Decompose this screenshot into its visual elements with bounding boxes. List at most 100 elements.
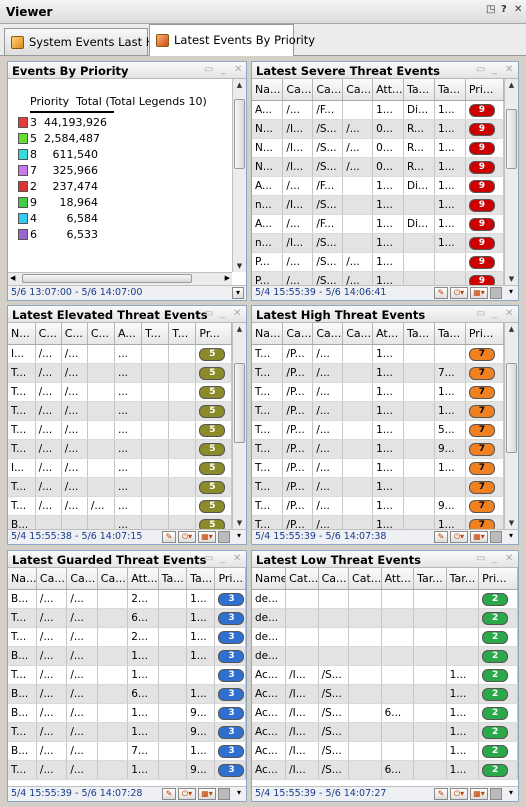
- table-row[interactable]: B.../.../... 6... 1... 3: [8, 684, 246, 704]
- column-header[interactable]: Ca...: [312, 323, 344, 345]
- panel-options-button[interactable]: [218, 788, 230, 800]
- column-header[interactable]: Na...: [8, 568, 37, 590]
- column-header[interactable]: Na...: [252, 323, 284, 345]
- table-row[interactable]: Ac.../I.../S... 6... 1... 2: [252, 760, 518, 780]
- scroll-down-arrow[interactable]: ▼: [233, 260, 246, 272]
- panel-menu-button[interactable]: ▾: [232, 287, 244, 299]
- close-icon[interactable]: ✕: [233, 553, 241, 564]
- column-header[interactable]: Na...: [252, 79, 284, 101]
- scroll-thumb[interactable]: [506, 109, 517, 169]
- table-row[interactable]: T.../.../... 1... 3: [8, 665, 246, 685]
- scroll-up-arrow[interactable]: ▲: [505, 79, 518, 91]
- column-header[interactable]: Ca...: [66, 568, 98, 590]
- column-header[interactable]: Ca...: [97, 568, 129, 590]
- table-row[interactable]: N.../I.../S.../... 0... R... 1... 9: [252, 138, 504, 158]
- minimize-icon[interactable]: _: [220, 553, 225, 564]
- column-header[interactable]: C...: [61, 323, 88, 345]
- scroll-up-arrow[interactable]: ▲: [233, 323, 246, 335]
- column-header[interactable]: N...: [8, 323, 36, 345]
- table-row[interactable]: Ac.../I.../S... 6... 1... 2: [252, 703, 518, 723]
- maximize-icon[interactable]: ▭: [204, 64, 213, 75]
- refresh-timer-icon[interactable]: ⏻▾: [178, 788, 196, 800]
- column-header[interactable]: Ca...: [36, 568, 68, 590]
- edit-icon[interactable]: ✎: [434, 287, 448, 299]
- refresh-timer-icon[interactable]: ⏻▾: [178, 531, 196, 543]
- maximize-icon[interactable]: ▭: [476, 308, 485, 319]
- table-row[interactable]: T.../.../... 6... 1... 3: [8, 608, 246, 628]
- table-row[interactable]: T.../.../...... 5: [8, 420, 232, 440]
- column-header[interactable]: C...: [35, 323, 62, 345]
- table-row[interactable]: T.../P.../... 1... 7: [252, 477, 504, 497]
- scroll-down-arrow[interactable]: ▼: [233, 517, 246, 529]
- refresh-timer-icon[interactable]: ⏻▾: [450, 788, 468, 800]
- column-header[interactable]: Pri...: [214, 568, 246, 590]
- minimize-icon[interactable]: _: [221, 64, 226, 75]
- column-header[interactable]: Att...: [372, 79, 405, 101]
- column-header[interactable]: Pri...: [465, 79, 504, 101]
- column-header[interactable]: Ca...: [312, 79, 344, 101]
- column-header[interactable]: Pr...: [195, 323, 232, 345]
- table-row[interactable]: B.../.../... 2... 1... 3: [8, 589, 246, 609]
- table-row[interactable]: T.../P.../... 1... 7... 7: [252, 363, 504, 383]
- close-icon[interactable]: ✕: [234, 64, 242, 75]
- table-row[interactable]: n.../I.../S... 1... 1... 9: [252, 195, 504, 215]
- float-icon[interactable]: ◳: [486, 4, 495, 15]
- table-row[interactable]: T.../.../...... 5: [8, 439, 232, 459]
- close-icon[interactable]: ✕: [505, 308, 513, 319]
- collapse-arrow[interactable]: ▾: [505, 531, 517, 543]
- minimize-icon[interactable]: _: [220, 308, 225, 319]
- table-row[interactable]: A.../.../F... 1... Di... 1... 9: [252, 214, 504, 234]
- table-row[interactable]: de... 2: [252, 608, 518, 628]
- layout-menu-icon[interactable]: ▦▾: [470, 531, 488, 543]
- layout-menu-icon[interactable]: ▦▾: [470, 287, 488, 299]
- column-header[interactable]: Pri...: [478, 568, 518, 590]
- column-header[interactable]: Name: [252, 568, 287, 590]
- maximize-icon[interactable]: ▭: [476, 64, 485, 75]
- table-row[interactable]: B.../.../... 1... 9... 3: [8, 703, 246, 723]
- edit-icon[interactable]: ✎: [434, 788, 448, 800]
- table-row[interactable]: T.../.../... 1... 9... 3: [8, 722, 246, 742]
- column-header[interactable]: Ca...: [342, 79, 374, 101]
- layout-menu-icon[interactable]: ▦▾: [470, 788, 488, 800]
- table-row[interactable]: T.../P.../... 1... 1... 7: [252, 515, 504, 529]
- table-row[interactable]: Ac.../I.../S... 1... 2: [252, 741, 518, 761]
- table-row[interactable]: I.../.../...... 5: [8, 458, 232, 478]
- column-header[interactable]: Ca...: [282, 79, 314, 101]
- table-row[interactable]: T.../.../...... 5: [8, 401, 232, 421]
- tab-system-events-last-hour[interactable]: System Events Last Hour: [4, 28, 173, 55]
- column-header[interactable]: A...: [114, 323, 143, 345]
- column-header[interactable]: Ta...: [434, 79, 466, 101]
- table-row[interactable]: T.../.../...... 5: [8, 363, 232, 383]
- table-row[interactable]: T.../.../.../...... 5: [8, 496, 232, 516]
- table-row[interactable]: N.../I.../S.../... 0... R... 1... 9: [252, 157, 504, 177]
- tab-latest-events-by-priority[interactable]: Latest Events By Priority: [149, 24, 315, 56]
- column-header[interactable]: Ca...: [318, 568, 350, 590]
- column-header[interactable]: Cat...: [348, 568, 382, 590]
- edit-icon[interactable]: ✎: [162, 788, 176, 800]
- minimize-icon[interactable]: _: [492, 308, 497, 319]
- table-row[interactable]: T.../P.../... 1... 1... 7: [252, 401, 504, 421]
- maximize-icon[interactable]: ▭: [204, 308, 213, 319]
- edit-icon[interactable]: ✎: [434, 531, 448, 543]
- column-header[interactable]: C...: [87, 323, 116, 345]
- edit-icon[interactable]: ✎: [162, 531, 176, 543]
- panel-options-button[interactable]: [490, 531, 502, 543]
- table-row[interactable]: de... 2: [252, 589, 518, 609]
- column-header[interactable]: T...: [168, 323, 197, 345]
- column-header[interactable]: Att...: [127, 568, 159, 590]
- scroll-right-arrow[interactable]: ▶: [225, 274, 230, 282]
- column-header[interactable]: Cat...: [285, 568, 319, 590]
- refresh-timer-icon[interactable]: ⏻▾: [450, 531, 468, 543]
- minimize-icon[interactable]: _: [492, 553, 497, 564]
- collapse-arrow[interactable]: ▾: [233, 531, 245, 543]
- scroll-up-arrow[interactable]: ▲: [233, 79, 246, 91]
- h-scroll-thumb[interactable]: [22, 274, 192, 283]
- vertical-scrollbar[interactable]: ▲ ▼: [504, 79, 518, 285]
- table-row[interactable]: P.../.../S.../... 1... 9: [252, 271, 504, 285]
- help-icon[interactable]: ?: [501, 4, 507, 15]
- table-row[interactable]: T.../.../... 2... 1... 3: [8, 627, 246, 647]
- column-header[interactable]: Ta...: [434, 323, 466, 345]
- table-row[interactable]: T.../P.../... 1... 9... 7: [252, 439, 504, 459]
- layout-menu-icon[interactable]: ▦▾: [198, 531, 216, 543]
- column-header[interactable]: Ta...: [403, 79, 435, 101]
